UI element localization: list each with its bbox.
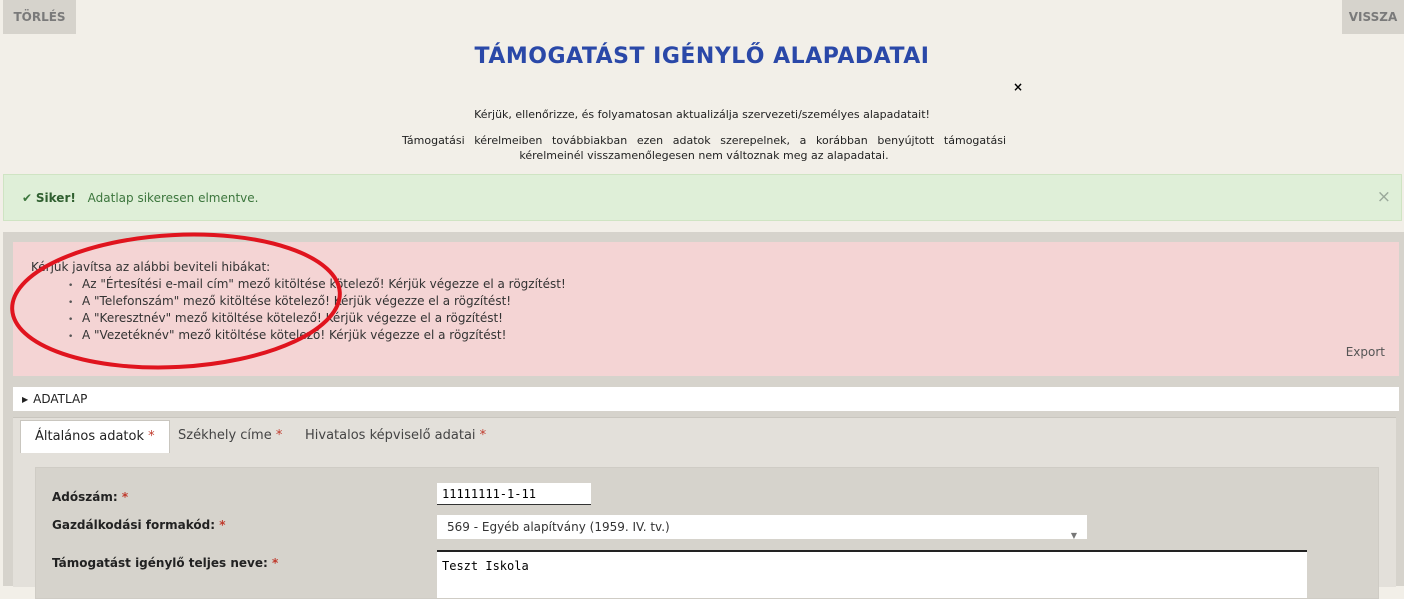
error-item-text: Az "Értesítési e-mail cím" mező kitöltés… xyxy=(82,277,566,291)
list-item: • A "Vezetéknév" mező kitöltése kötelező!… xyxy=(68,327,566,344)
error-list: • Az "Értesítési e-mail cím" mező kitölté… xyxy=(68,276,566,344)
dropdown-arrow-icon: ▼ xyxy=(1070,531,1077,540)
list-item: • A "Telefonszám" mező kitöltése kötelező… xyxy=(68,293,566,310)
close-icon[interactable]: × xyxy=(1013,80,1023,94)
adoszam-input[interactable]: 11111111-1-11 xyxy=(437,483,591,505)
tab-label: Székhely címe xyxy=(178,428,272,443)
select-value: 569 - Egyéb alapítvány (1959. IV. tv.) xyxy=(447,520,670,534)
tab-altalanos-adatok[interactable]: Általános adatok * xyxy=(20,420,170,453)
tab-hivatalos-kepviselo[interactable]: Hivatalos képviselő adatai * xyxy=(291,420,500,452)
alert-close-icon[interactable]: × xyxy=(1377,187,1391,207)
export-link[interactable]: Export xyxy=(1346,345,1385,359)
error-item-text: A "Telefonszám" mező kitöltése kötelező!… xyxy=(82,294,512,308)
section-header-adatlap[interactable]: ▶ ADATLAP xyxy=(13,387,1399,411)
section-label: ADATLAP xyxy=(33,392,88,406)
required-marker: * xyxy=(219,518,226,532)
torles-button[interactable]: TÖRLÉS xyxy=(3,0,76,34)
required-marker: * xyxy=(275,428,283,443)
required-marker: * xyxy=(121,490,129,504)
tab-content: Adószám: * 11111111-1-11 Gazdálkodási fo… xyxy=(35,467,1379,599)
adoszam-label: Adószám: * xyxy=(52,490,129,504)
success-alert: ✔ Siker! Adatlap sikeresen elmentve. × xyxy=(3,174,1402,221)
required-marker: * xyxy=(272,556,279,570)
teljes-nev-input[interactable]: Teszt Iskola xyxy=(437,550,1307,598)
tab-label: Általános adatok xyxy=(35,429,145,444)
list-item: • A "Keresztnév" mező kitöltése kötelező!… xyxy=(68,310,566,327)
tabs-container: Általános adatok * Székhely címe * Hivat… xyxy=(13,417,1396,599)
required-marker: * xyxy=(148,429,155,444)
teljes-nev-label: Támogatást igénylő teljes neve: * xyxy=(52,556,279,570)
success-text: Adatlap sikeresen elmentve. xyxy=(87,191,259,205)
list-item: • Az "Értesítési e-mail cím" mező kitölté… xyxy=(68,276,566,293)
success-strong: Siker! xyxy=(35,191,76,205)
error-item-text: A "Vezetéknév" mező kitöltése kötelező! … xyxy=(82,328,507,342)
page-title: TÁMOGATÁST IGÉNYLŐ ALAPADATAI xyxy=(474,44,930,69)
error-heading: Kérjük javítsa az alábbi beviteli hibáka… xyxy=(31,260,271,274)
tab-label: Hivatalos képviselő adatai xyxy=(305,428,476,443)
error-item-text: A "Keresztnév" mező kitöltése kötelező! … xyxy=(82,311,503,325)
check-icon: ✔ xyxy=(22,191,33,205)
intro-text-1: Kérjük, ellenőrizze, és folyamatosan akt… xyxy=(474,108,930,121)
intro-text-2: Támogatási kérelmeiben továbbiakban ezen… xyxy=(402,134,1006,162)
gazd-formakod-label: Gazdálkodási formakód: * xyxy=(52,518,226,532)
success-message: ✔ Siker! Adatlap sikeresen elmentve. xyxy=(22,191,258,205)
error-box: Kérjük javítsa az alábbi beviteli hibáka… xyxy=(13,242,1399,376)
tab-szekhely-cime[interactable]: Székhely címe * xyxy=(164,420,296,452)
bullet-icon: • xyxy=(68,332,74,342)
caret-right-icon: ▶ xyxy=(22,394,29,404)
gazd-formakod-select[interactable]: 569 - Egyéb alapítvány (1959. IV. tv.) ▼ xyxy=(437,515,1087,540)
vissza-button[interactable]: VISSZA xyxy=(1342,0,1404,34)
required-marker: * xyxy=(479,428,487,443)
